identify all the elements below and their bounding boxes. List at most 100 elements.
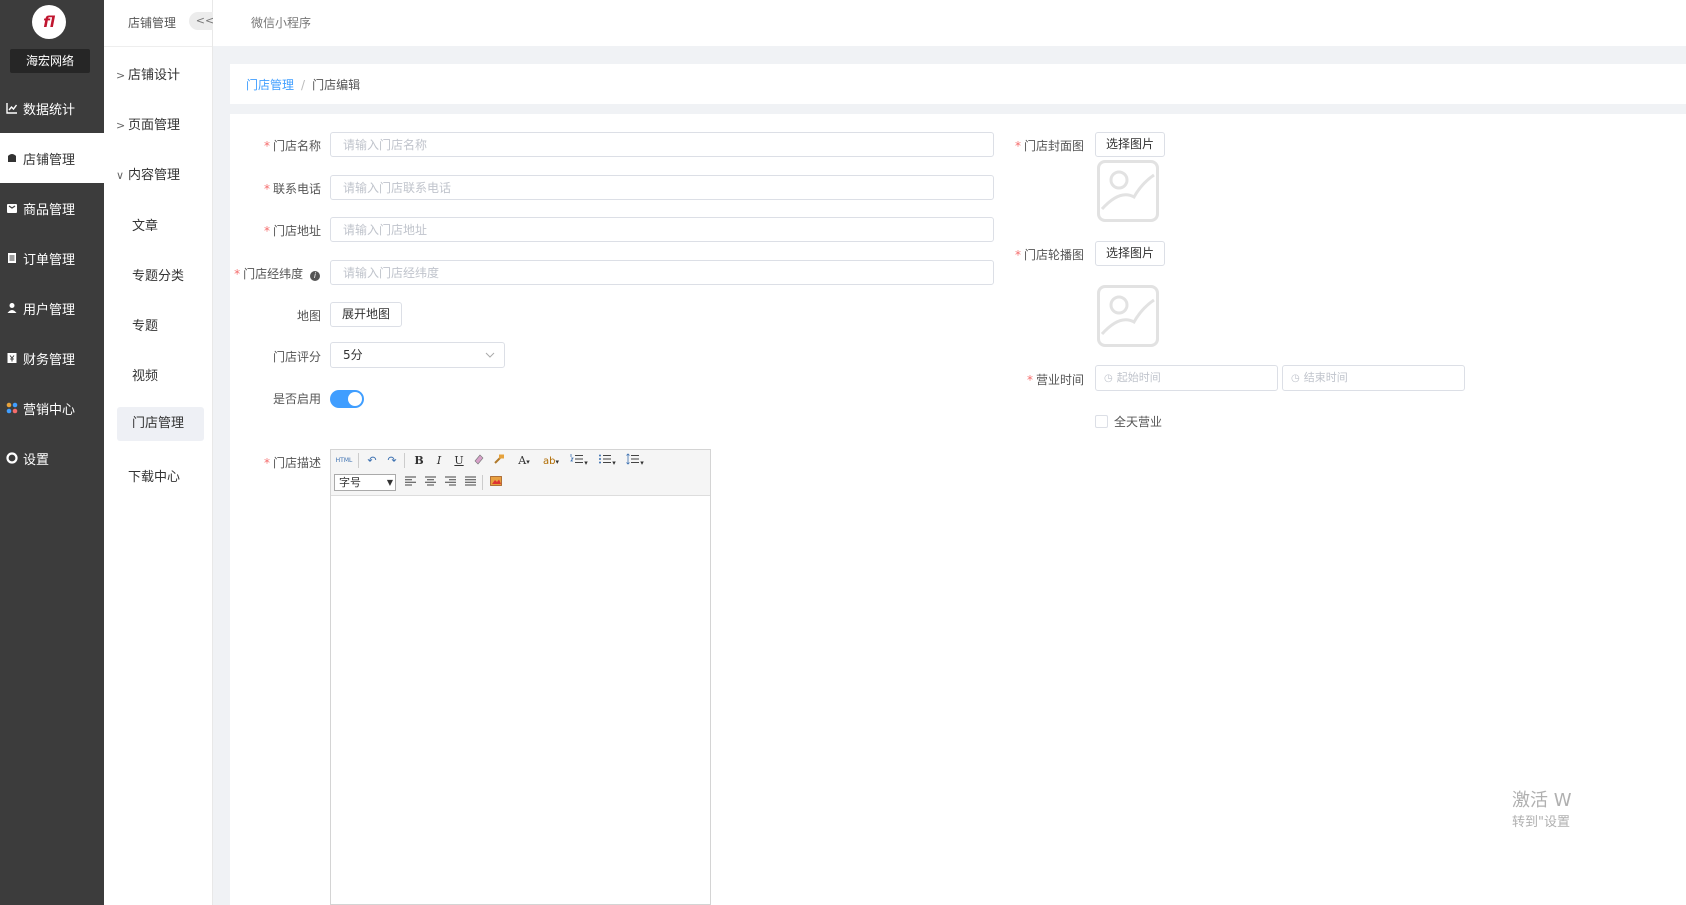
eraser-icon[interactable]	[471, 453, 487, 469]
store-address-label: * 门店地址	[263, 224, 321, 238]
enabled-label: 是否启用	[272, 392, 321, 406]
enabled-toggle[interactable]	[330, 390, 364, 408]
marketing-icon	[6, 402, 18, 414]
editor-toolbar: HTML ↶ ↷ B I U A▾ ab▾ ▾ ▾ ▾ 字号 ▼	[331, 450, 710, 496]
breadcrumb-separator: /	[301, 78, 306, 92]
divider	[104, 46, 212, 47]
subnav-group-label: 内容管理	[128, 168, 181, 183]
top-bar: 微信小程序	[213, 0, 1686, 46]
all-day-label: 全天营业	[1114, 415, 1163, 429]
font-color-icon[interactable]: A▾	[513, 453, 535, 469]
clock-icon: ◷	[1104, 373, 1113, 384]
subnav-item-article[interactable]: 文章	[132, 215, 158, 234]
info-icon[interactable]: i	[310, 271, 320, 281]
all-day-checkbox[interactable]	[1095, 415, 1108, 428]
order-icon	[6, 252, 18, 264]
align-left-icon[interactable]	[402, 475, 418, 491]
align-justify-icon[interactable]	[462, 475, 478, 491]
breadcrumb-card: 门店管理 / 门店编辑	[230, 64, 1686, 104]
cover-image-placeholder[interactable]	[1097, 160, 1159, 222]
subnav-item-topic[interactable]: 专题	[132, 315, 158, 334]
cover-select-image-button[interactable]: 选择图片	[1095, 132, 1165, 157]
chevron-down-icon: ∨	[116, 169, 125, 182]
carousel-select-image-button[interactable]: 选择图片	[1095, 241, 1165, 266]
expand-map-button[interactable]: 展开地图	[330, 302, 402, 327]
image-placeholder-icon	[1100, 295, 1155, 336]
store-coords-input[interactable]	[330, 260, 994, 285]
sidebar-item-finance[interactable]: 财务管理	[0, 333, 104, 383]
secondary-sidebar: 店铺管理 << > 店铺设计 > 页面管理 ∨ 内容管理 文章 专题分类 专题 视频 …	[104, 0, 221, 905]
align-right-icon[interactable]	[442, 475, 458, 491]
subnav-group-store-design[interactable]: > 店铺设计	[116, 64, 180, 83]
line-height-icon[interactable]: ▾	[623, 453, 647, 469]
sidebar-item-marketing[interactable]: 营销中心	[0, 383, 104, 433]
bold-icon[interactable]: B	[411, 453, 427, 469]
sidebar-item-label: 营销中心	[23, 402, 76, 418]
subnav-group-label: 店铺设计	[128, 68, 181, 83]
sidebar-item-store[interactable]: 店铺管理	[0, 133, 104, 183]
contact-phone-input[interactable]	[330, 175, 994, 200]
html-source-icon[interactable]: HTML	[335, 453, 353, 469]
user-icon	[6, 302, 18, 314]
subnav-group-label: 页面管理	[128, 118, 181, 133]
sidebar-item-label: 店铺管理	[23, 152, 76, 168]
brand-name: 海宏网络	[10, 49, 90, 73]
subnav-item-download-center[interactable]: 下载中心	[128, 466, 180, 485]
sidebar-item-label: 设置	[23, 452, 50, 468]
store-icon	[6, 152, 18, 164]
highlight-color-icon[interactable]: ab▾	[539, 453, 563, 469]
sidebar-item-settings[interactable]: 设置	[0, 433, 104, 483]
activation-watermark-title: 激活 W	[1512, 790, 1572, 811]
breadcrumb: 门店管理 / 门店编辑	[246, 76, 360, 93]
store-name-label: * 门店名称	[263, 139, 321, 153]
carousel-image-placeholder[interactable]	[1097, 285, 1159, 347]
chevron-right-icon: >	[116, 119, 126, 132]
unordered-list-icon[interactable]: ▾	[595, 453, 619, 469]
subnav-item-store-manage[interactable]: 门店管理	[117, 407, 204, 441]
sidebar-item-users[interactable]: 用户管理	[0, 283, 104, 333]
sidebar-item-label: 财务管理	[23, 352, 76, 368]
store-address-input[interactable]	[330, 217, 994, 242]
finance-icon	[6, 352, 18, 364]
insert-image-icon[interactable]	[488, 475, 504, 491]
sidebar-item-label: 商品管理	[23, 202, 76, 218]
breadcrumb-link-store-manage[interactable]: 门店管理	[246, 78, 294, 92]
settings-icon	[6, 452, 18, 464]
store-name-input[interactable]	[330, 132, 994, 157]
subnav-item-video[interactable]: 视频	[132, 365, 158, 384]
goods-icon	[6, 202, 18, 214]
cover-image-label: * 门店封面图	[1014, 139, 1084, 153]
store-rating-select[interactable]: 5分	[330, 342, 505, 368]
breadcrumb-current: 门店编辑	[312, 78, 361, 92]
undo-icon[interactable]: ↶	[364, 453, 380, 469]
rich-text-editor: HTML ↶ ↷ B I U A▾ ab▾ ▾ ▾ ▾ 字号 ▼	[330, 449, 711, 905]
chevron-down-icon	[485, 343, 495, 377]
brand-logo[interactable]: fl	[32, 5, 66, 39]
sidebar-item-orders[interactable]: 订单管理	[0, 233, 104, 283]
sidebar-item-data-stats[interactable]: 数据统计	[0, 83, 104, 133]
subnav-item-topic-category[interactable]: 专题分类	[132, 265, 184, 284]
start-time-input[interactable]: ◷ 起始时间	[1095, 365, 1278, 391]
store-description-label: * 门店描述	[263, 456, 321, 470]
align-center-icon[interactable]	[422, 475, 438, 491]
sidebar-item-goods[interactable]: 商品管理	[0, 183, 104, 233]
format-painter-icon[interactable]	[491, 453, 507, 469]
underline-icon[interactable]: U	[451, 453, 467, 469]
redo-icon[interactable]: ↷	[384, 453, 400, 469]
tab-wechat-miniprogram[interactable]: 微信小程序	[251, 14, 311, 31]
activation-watermark-subtitle: 转到"设置	[1512, 815, 1570, 830]
subnav-group-content-manage[interactable]: ∨ 内容管理	[116, 164, 180, 183]
toggle-knob	[348, 392, 362, 406]
font-size-select[interactable]: 字号 ▼	[334, 474, 396, 491]
end-time-input[interactable]: ◷ 结束时间	[1282, 365, 1465, 391]
chevron-down-icon: ▼	[386, 478, 393, 487]
subnav-group-page-manage[interactable]: > 页面管理	[116, 114, 180, 133]
toolbar-divider	[404, 453, 405, 468]
subnav-title: 店铺管理	[128, 16, 177, 30]
store-coords-label: * 门店经纬度 i	[234, 265, 320, 282]
toolbar-divider	[482, 475, 483, 490]
map-label: 地图	[296, 309, 321, 323]
primary-sidebar: fl 海宏网络 数据统计 店铺管理 商品管理 订单管理 用户管理 财务管理 营销…	[0, 0, 104, 905]
ordered-list-icon[interactable]: ▾	[567, 453, 591, 469]
italic-icon[interactable]: I	[431, 453, 447, 469]
